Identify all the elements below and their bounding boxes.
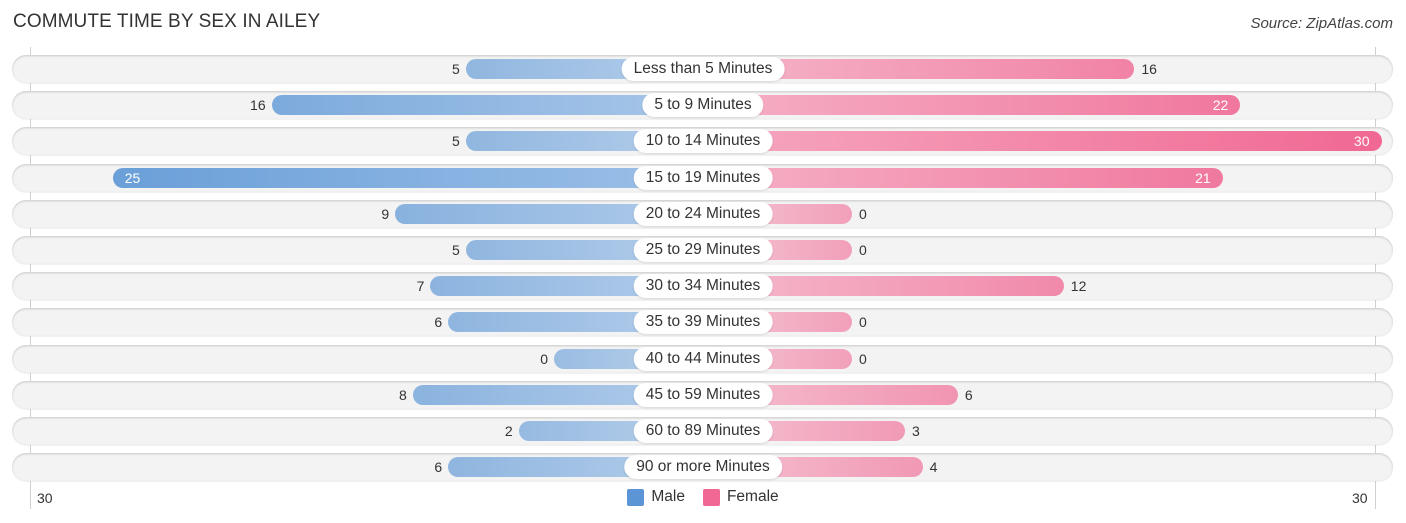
value-label-female: 4 [929, 459, 938, 476]
category-label: 30 to 34 Minutes [633, 274, 773, 299]
source-credit: Source: ZipAtlas.com [1250, 15, 1393, 32]
category-label: 5 to 9 Minutes [642, 93, 764, 118]
legend-swatch-male [627, 488, 645, 506]
category-label: 45 to 59 Minutes [633, 382, 773, 407]
category-label: 35 to 39 Minutes [633, 310, 773, 335]
value-label-female: 30 [1353, 133, 1370, 150]
category-label: 90 or more Minutes [624, 455, 782, 480]
value-label-male: 16 [250, 97, 266, 114]
value-label-male: 5 [451, 61, 460, 77]
value-label-male: 7 [416, 278, 425, 295]
value-label-male: 6 [434, 314, 443, 331]
value-label-female: 0 [859, 242, 867, 258]
value-label-female: 0 [859, 205, 867, 222]
value-label-female: 6 [964, 386, 973, 403]
category-label: 15 to 19 Minutes [633, 165, 773, 190]
value-label-male: 0 [540, 350, 548, 367]
value-label-male: 25 [124, 169, 141, 186]
bar-male[interactable] [112, 167, 703, 188]
legend-label-female: Female [726, 488, 779, 505]
category-label: Less than 5 Minutes [621, 57, 785, 81]
value-label-male: 5 [451, 242, 460, 258]
category-label: 25 to 29 Minutes [633, 238, 773, 262]
bar-female[interactable] [703, 167, 1223, 188]
value-label-female: 21 [1195, 169, 1211, 186]
value-label-male: 9 [381, 205, 390, 222]
value-label-female: 12 [1070, 278, 1087, 295]
value-label-female: 0 [859, 314, 867, 331]
legend-item-female[interactable]: Female [702, 488, 779, 506]
value-label-female: 22 [1212, 97, 1229, 114]
legend-item-male[interactable]: Male [627, 488, 685, 506]
value-label-female: 0 [859, 350, 867, 367]
chart-title: COMMUTE TIME BY SEX IN AILEY [13, 11, 321, 32]
bar-male[interactable] [271, 95, 703, 116]
category-label: 20 to 24 Minutes [633, 201, 773, 226]
value-label-male: 5 [451, 133, 460, 150]
value-label-male: 2 [504, 423, 513, 439]
value-label-male: 6 [434, 459, 443, 476]
value-label-female: 16 [1141, 61, 1157, 77]
legend-label-male: Male [651, 488, 685, 505]
bar-female[interactable] [703, 95, 1241, 116]
value-label-male: 8 [399, 386, 407, 403]
legend-swatch-female [702, 488, 720, 506]
value-label-female: 3 [911, 423, 920, 439]
category-label: 40 to 44 Minutes [633, 346, 773, 371]
bar-female[interactable] [703, 131, 1382, 152]
category-label: 10 to 14 Minutes [633, 129, 773, 154]
category-label: 60 to 89 Minutes [633, 419, 773, 443]
legend: Male Female [0, 488, 1406, 506]
